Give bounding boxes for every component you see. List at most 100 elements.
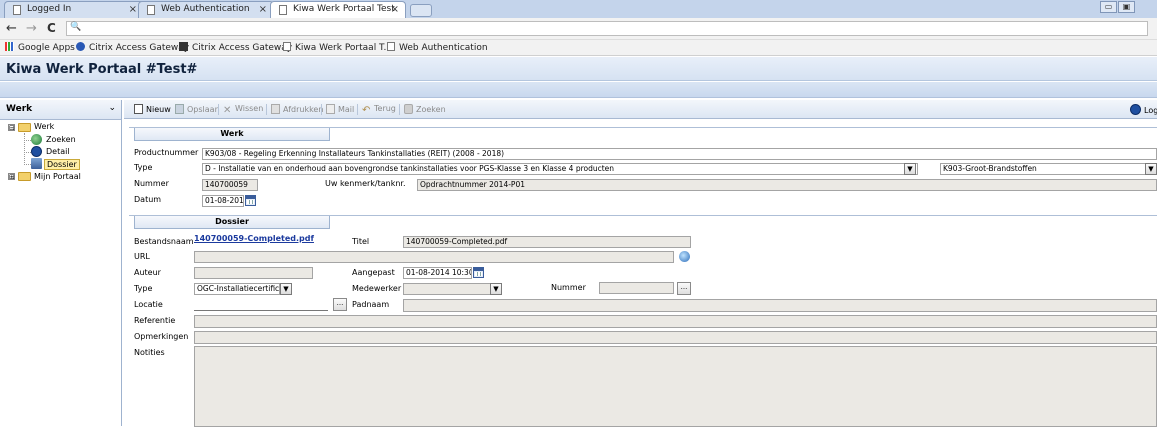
tab-title: Kiwa Werk Portaal Test [293, 4, 395, 14]
bookmark-kiwa-werk-portaal[interactable]: Kiwa Werk Portaal T... [283, 42, 392, 54]
main-toolbar: Nieuw Opslaan ✕ Wissen Afdrukken Mail ↶ Te… [124, 100, 1157, 119]
toolbar-divider [399, 104, 400, 115]
back-arrow-icon[interactable]: ← [6, 21, 17, 36]
tab-close-icon[interactable]: × [391, 2, 399, 17]
app-subheader-bar [0, 82, 1157, 98]
bookmark-web-authentication[interactable]: Web Authentication [387, 42, 488, 54]
productnummer-field[interactable]: K903/08 - Regeling Erkenning Installateu… [202, 148, 1157, 160]
delete-button[interactable]: ✕ Wissen [223, 104, 263, 116]
calendar-icon[interactable] [245, 195, 256, 206]
nummer-label: Nummer [134, 179, 169, 188]
notities-field[interactable] [194, 346, 1157, 427]
save-button[interactable]: Opslaan [175, 104, 220, 114]
tree-item-dossier[interactable]: Dossier [44, 159, 80, 170]
mail-icon [326, 104, 335, 114]
locatie-field[interactable] [194, 299, 328, 311]
new-tab-button[interactable] [410, 4, 432, 17]
toolbar-label: Wissen [235, 104, 264, 113]
tree-guide-line [24, 133, 25, 165]
opmerkingen-field[interactable] [194, 331, 1157, 344]
toolbar-label: Mail [338, 105, 355, 114]
bookmark-label: Citrix Access Gateway [89, 43, 190, 53]
new-button[interactable]: Nieuw [134, 104, 171, 114]
productnummer-label: Productnummer [134, 148, 199, 157]
back-icon: ↶ [362, 105, 371, 116]
address-bar[interactable]: 🔍 [66, 21, 1148, 36]
dossier-type-select[interactable]: OGC-Installatiecertificaat [194, 283, 280, 295]
tree-item-detail[interactable]: Detail [46, 147, 70, 156]
datum-field[interactable]: 01-08-2014 [202, 195, 244, 207]
page-icon [13, 5, 21, 15]
page-icon [387, 42, 395, 51]
toolbar-label: Terug [374, 104, 396, 113]
opmerkingen-label: Opmerkingen [134, 332, 189, 341]
nummer-field[interactable]: 140700059 [202, 179, 258, 191]
folder-icon [18, 172, 31, 181]
binoculars-icon [404, 104, 413, 114]
search-icon: 🔍 [70, 22, 82, 32]
page-icon [279, 5, 287, 15]
tree-guide-line [24, 140, 31, 141]
reload-icon[interactable]: C [47, 21, 56, 36]
bookmark-citrix-1[interactable]: Citrix Access Gateway [76, 42, 189, 54]
tab-close-icon[interactable]: × [259, 2, 267, 17]
folder-open-icon [18, 123, 31, 132]
browser-tab-web-authentication[interactable]: Web Authentication × [138, 1, 274, 18]
bookmark-google-apps[interactable]: Google Apps [5, 42, 75, 54]
chevron-down-icon[interactable]: ⌄ [108, 103, 116, 113]
locatie-browse-button[interactable]: ... [333, 298, 347, 311]
medewerker-label: Medewerker [352, 284, 402, 293]
padnaam-field[interactable] [403, 299, 1157, 312]
tree-item-mijn-portaal[interactable]: Mijn Portaal [34, 172, 81, 181]
type-variant-select[interactable]: K903-Groot-Brandstoffen [940, 163, 1157, 175]
nummer-browse-button[interactable]: ... [677, 282, 691, 295]
chevron-down-icon[interactable]: ▼ [1145, 163, 1157, 175]
tab-title: Logged In [27, 4, 72, 14]
titel-field[interactable]: 140700059-Completed.pdf [403, 236, 691, 248]
power-icon [1130, 104, 1141, 115]
tree-expand-icon[interactable]: ⊞ [8, 173, 15, 181]
auteur-field[interactable] [194, 267, 313, 279]
globe-icon[interactable] [679, 251, 690, 262]
logout-button[interactable]: Log [1130, 104, 1157, 115]
chevron-down-icon[interactable]: ▼ [490, 283, 502, 295]
tab-title: Web Authentication [161, 4, 250, 14]
print-button[interactable]: Afdrukken [271, 104, 323, 114]
aangepast-field[interactable]: 01-08-2014 10:30 [403, 267, 472, 279]
sidebar-header[interactable]: Werk ⌄ [0, 100, 121, 120]
back-button[interactable]: ↶ Terug [362, 104, 396, 116]
search-button[interactable]: Zoeken [404, 104, 446, 114]
type-select[interactable]: D - Installatie van en onderhoud aan bov… [202, 163, 918, 175]
referentie-field[interactable] [194, 315, 1157, 328]
auteur-label: Auteur [134, 268, 161, 277]
tree-item-werk[interactable]: Werk [34, 122, 54, 131]
bookmark-label: Citrix Access Gateway [192, 43, 293, 53]
dossier-nummer-field[interactable] [599, 282, 674, 294]
bookmark-label: Kiwa Werk Portaal T... [295, 43, 393, 53]
new-document-icon [134, 104, 143, 114]
tree-collapse-icon[interactable]: ⊟ [8, 124, 15, 132]
medewerker-select[interactable] [403, 283, 501, 295]
notities-label: Notities [134, 348, 165, 357]
bookmark-citrix-2[interactable]: Citrix Access Gateway [179, 42, 292, 54]
werk-section-title: Werk [134, 128, 330, 141]
datum-label: Datum [134, 195, 162, 204]
restore-button[interactable]: ▣ [1118, 1, 1135, 13]
url-field[interactable] [194, 251, 674, 263]
kenmerk-field[interactable]: Opdrachtnummer 2014-P01 [417, 179, 1157, 191]
browser-tab-kiwa-werk-portaal[interactable]: Kiwa Werk Portaal Test × [270, 1, 406, 19]
browser-tab-logged-in[interactable]: Logged In × [4, 1, 144, 18]
tree-item-zoeken[interactable]: Zoeken [46, 135, 76, 144]
apps-grid-icon [5, 42, 14, 51]
chevron-down-icon[interactable]: ▼ [904, 163, 916, 175]
sidebar-title: Werk [6, 104, 33, 114]
minimize-button[interactable]: ▭ [1100, 1, 1117, 13]
toolbar-label: Opslaan [187, 105, 220, 114]
forward-arrow-icon[interactable]: → [26, 21, 37, 36]
bestandsnaam-link[interactable]: 140700059-Completed.pdf [194, 234, 314, 243]
calendar-icon[interactable] [473, 267, 484, 278]
mail-button[interactable]: Mail [326, 104, 354, 114]
tab-close-icon[interactable]: × [129, 2, 137, 17]
toolbar-label: Zoeken [416, 105, 446, 114]
chevron-down-icon[interactable]: ▼ [280, 283, 292, 295]
